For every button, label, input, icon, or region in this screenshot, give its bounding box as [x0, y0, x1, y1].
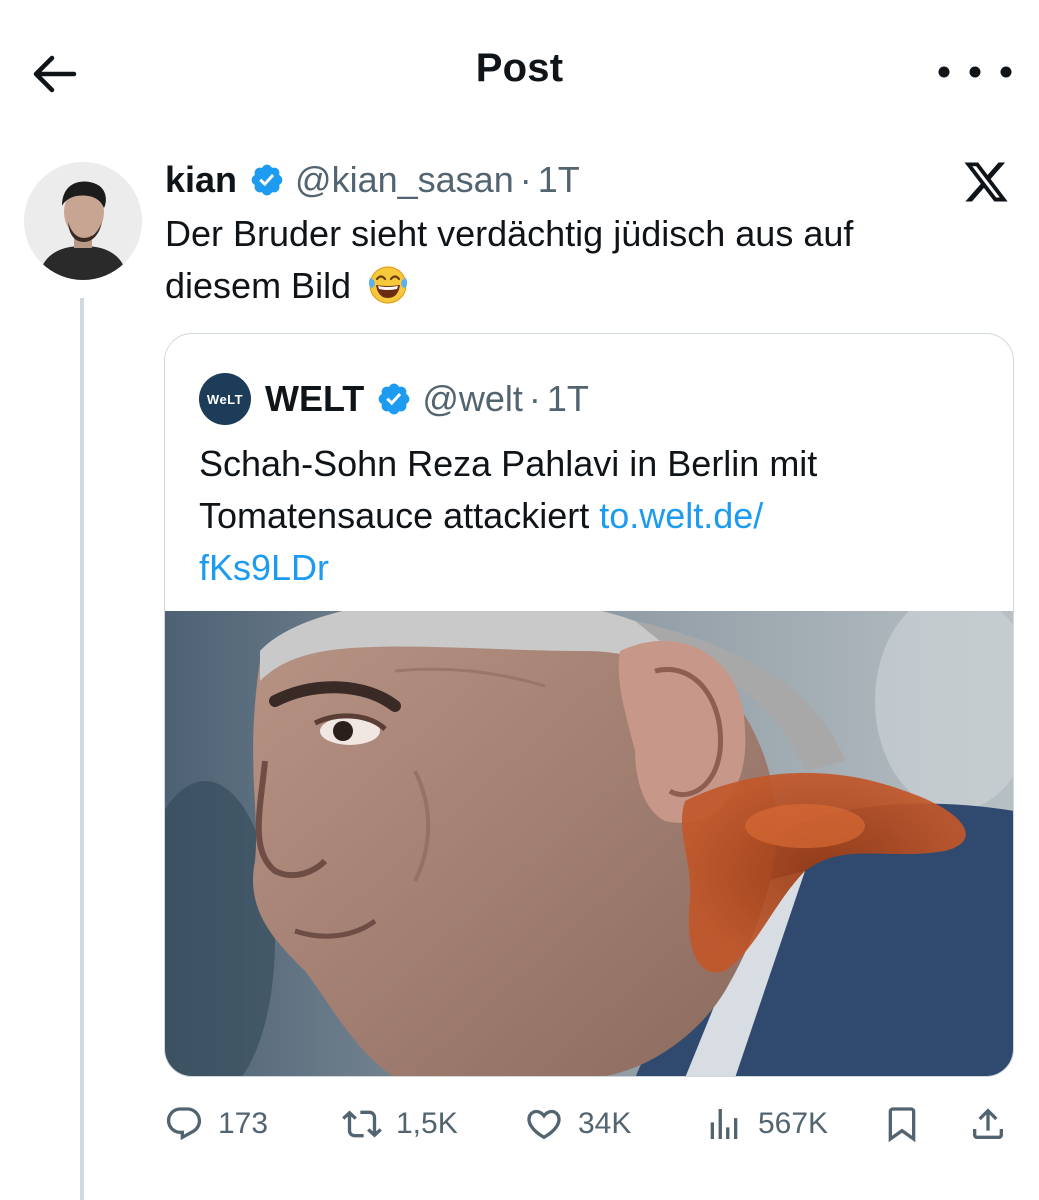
post-time[interactable]: 1T [538, 159, 580, 201]
quote-text-line: Tomatensauce attackiert [199, 495, 600, 536]
quote-link[interactable]: to.welt.de/ [599, 495, 763, 536]
post-text: Der Bruder sieht verdächtig jüdisch aus … [165, 208, 985, 312]
more-horizontal-icon [938, 66, 1012, 78]
bookmark-icon [888, 1107, 916, 1143]
quote-author-name: WELT [265, 378, 365, 419]
reply-count: 173 [218, 1107, 269, 1140]
quote-author-handle: @welt [422, 378, 523, 419]
author-name[interactable]: kian [165, 159, 237, 201]
bookmark-button[interactable] [882, 1098, 936, 1150]
post-text-line-2: diesem Bild 😂 [165, 260, 985, 312]
views-count: 567K [758, 1107, 829, 1140]
quote-time: 1T [546, 378, 589, 419]
separator-dot: · [519, 159, 532, 200]
quote-author-row: WeLT WELT @welt · 1T [199, 373, 589, 425]
welt-logo-avatar: WeLT [199, 373, 251, 425]
x-logo-icon [962, 158, 1010, 206]
reply-icon [166, 1107, 202, 1141]
quote-photo[interactable] [165, 611, 1014, 1077]
quote-post-card[interactable]: WeLT WELT @welt · 1T Schah-Sohn Reza Pah… [164, 333, 1014, 1077]
share-icon [973, 1108, 1003, 1139]
quote-text-line: Schah-Sohn Reza Pahlavi in Berlin mit [199, 443, 818, 484]
page-title: Post [475, 46, 564, 90]
action-bar: 173 1,5K 34K 567K [164, 1098, 1020, 1150]
verified-badge-icon [251, 164, 283, 196]
post-text-line: Der Bruder sieht verdächtig jüdisch aus … [165, 213, 854, 254]
thread-line [80, 298, 84, 1200]
repost-count: 1,5K [396, 1107, 458, 1140]
quote-text-line-2: Tomatensauce attackiert to.welt.de/ [199, 490, 979, 542]
reply-button[interactable]: 173 [164, 1098, 268, 1150]
laughing-tears-emoji-icon [368, 266, 408, 304]
avatar[interactable] [24, 162, 142, 280]
quote-text: Schah-Sohn Reza Pahlavi in Berlin mit To… [199, 438, 979, 594]
avatar-image [24, 162, 142, 280]
like-button[interactable]: 34K [524, 1098, 631, 1150]
post-text-line: diesem Bild [165, 265, 352, 306]
views-button[interactable]: 567K [704, 1098, 828, 1150]
heart-icon [527, 1109, 561, 1140]
post-author-row: kian @kian_sasan · 1T [165, 156, 580, 204]
like-count: 34K [578, 1107, 632, 1140]
author-handle[interactable]: @kian_sasan [295, 159, 514, 201]
separator-dot: · [528, 378, 541, 419]
share-button[interactable] [968, 1098, 1022, 1150]
verified-badge-icon [378, 383, 410, 415]
repost-icon [342, 1110, 382, 1138]
repost-button[interactable]: 1,5K [342, 1098, 458, 1150]
views-chart-icon [710, 1109, 738, 1139]
quote-link-continued[interactable]: fKs9LDr [199, 547, 329, 588]
more-button[interactable] [930, 52, 1020, 92]
